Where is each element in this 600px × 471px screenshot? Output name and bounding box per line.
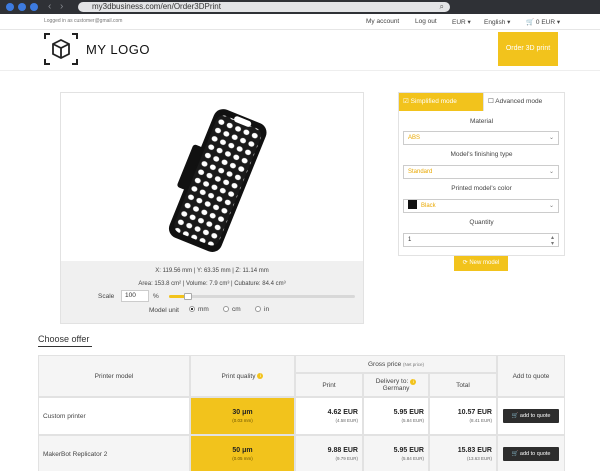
scale-slider-handle[interactable] xyxy=(183,293,192,300)
material-label: Material xyxy=(469,118,494,125)
window-minimize-dot[interactable] xyxy=(18,3,26,11)
model-unit-label: Model unit xyxy=(149,307,179,314)
th-print-quality: Print quality i xyxy=(190,355,295,397)
add-to-quote-button[interactable]: 🛒 add to quote xyxy=(503,409,559,423)
th-delivery: Delivery to: i Germany xyxy=(363,373,429,397)
scale-unit: % xyxy=(153,293,159,300)
th-add-to-quote: Add to quote xyxy=(497,355,565,397)
color-swatch xyxy=(408,200,417,209)
tab-advanced-mode[interactable]: ☐ Advanced mode xyxy=(483,93,564,111)
tab-simplified-mode[interactable]: ☑ Simplified mode xyxy=(399,93,483,111)
table-row-print-price: 9.88 EUR (9.79 EUR) xyxy=(295,435,363,471)
finishing-select[interactable]: Standard ⌄ xyxy=(403,165,559,179)
quantity-label: Quantity xyxy=(469,219,494,226)
choose-offer-underline xyxy=(38,346,92,347)
window-maximize-dot[interactable] xyxy=(30,3,38,11)
color-select[interactable]: Black ⌄ xyxy=(403,199,559,213)
table-row-action: 🛒 add to quote xyxy=(497,397,565,435)
url-text: my3dbusiness.com/en/Order3DPrint xyxy=(92,2,221,11)
scale-label: Scale xyxy=(98,293,115,300)
browser-chrome: ‹ › my3dbusiness.com/en/Order3DPrint ⌕ xyxy=(0,0,600,14)
table-row-quality[interactable]: 30 μm (0.03 mm) xyxy=(190,397,295,435)
refresh-icon: ⟳ xyxy=(462,260,468,266)
material-select[interactable]: ABS ⌄ xyxy=(403,131,559,145)
th-printer-model: Printer model xyxy=(38,355,190,397)
logo-icon[interactable] xyxy=(44,33,78,65)
chevron-down-icon: ⌄ xyxy=(548,135,554,141)
new-model-button[interactable]: ⟳ New model xyxy=(454,256,508,271)
model-viewer: X: 119.56 mm | Y: 63.35 mm | Z: 11.14 mm… xyxy=(60,92,364,324)
finishing-label: Model's finishing type xyxy=(450,151,513,158)
offer-table: Printer model Print quality i Gross price… xyxy=(38,355,565,471)
log-out-link[interactable]: Log out xyxy=(415,18,437,25)
back-arrow-icon[interactable]: ‹ xyxy=(48,1,51,13)
checkbox-checked-icon: ☑ xyxy=(403,98,409,105)
chevron-down-icon: ⌄ xyxy=(548,203,554,209)
choose-offer-heading: Choose offer xyxy=(38,334,90,344)
table-row-total-price: 10.57 EUR (8.41 EUR) xyxy=(429,397,497,435)
table-row-delivery-price: 5.95 EUR (5.84 EUR) xyxy=(363,435,429,471)
table-row-printer: Custom printer xyxy=(38,397,190,435)
info-icon: i xyxy=(257,373,264,379)
table-row-quality[interactable]: 50 μm (0.05 mm) xyxy=(190,435,295,471)
table-row-delivery-price: 5.95 EUR (5.84 EUR) xyxy=(363,397,429,435)
cart-icon: 🛒 xyxy=(526,19,535,26)
forward-arrow-icon[interactable]: › xyxy=(60,1,63,13)
header-divider xyxy=(0,70,600,71)
cart-icon: 🛒 xyxy=(511,413,519,419)
checkbox-icon: ☐ xyxy=(488,98,494,105)
print-config-panel: ☑ Simplified mode ☐ Advanced mode Materi… xyxy=(398,92,565,256)
language-dropdown[interactable]: English ▾ xyxy=(484,18,510,26)
logo-text: MY LOGO xyxy=(86,42,150,57)
window-close-dot[interactable] xyxy=(6,3,14,11)
chevron-down-icon: ⌄ xyxy=(548,169,554,175)
info-icon: i xyxy=(410,379,417,385)
quantity-stepper[interactable]: 1 ▴ ▾ xyxy=(403,233,559,247)
model-dimensions: X: 119.56 mm | Y: 63.35 mm | Z: 11.14 mm xyxy=(155,268,269,274)
cart-dropdown[interactable]: 🛒 0 EUR ▾ xyxy=(526,18,560,26)
unit-radio-mm[interactable]: mm xyxy=(189,306,209,313)
phone-case-model-icon xyxy=(168,109,267,252)
th-gross-price: Gross price (Net price) xyxy=(295,355,497,373)
color-label: Printed model's color xyxy=(451,185,512,192)
address-bar[interactable]: my3dbusiness.com/en/Order3DPrint ⌕ xyxy=(78,2,450,12)
cart-total: 0 EUR ▾ xyxy=(535,19,561,26)
search-icon[interactable]: ⌕ xyxy=(440,2,444,12)
add-to-quote-button[interactable]: 🛒 add to quote xyxy=(503,447,559,461)
table-row-printer: MakerBot Replicator 2 xyxy=(38,435,190,471)
model-measures: Area: 153.8 cm² | Volume: 7.9 cm³ | Cuba… xyxy=(138,281,286,287)
scale-slider[interactable] xyxy=(169,293,355,300)
order-3d-print-button[interactable]: Order 3D print xyxy=(498,32,558,66)
stepper-arrows-icon: ▴ ▾ xyxy=(550,235,554,247)
cart-icon: 🛒 xyxy=(511,451,519,457)
my-account-link[interactable]: My account xyxy=(366,18,399,25)
unit-radio-cm[interactable]: cm xyxy=(223,306,241,313)
table-row-action: 🛒 add to quote xyxy=(497,435,565,471)
model-canvas[interactable] xyxy=(61,93,363,261)
th-print: Print xyxy=(295,373,363,397)
unit-radio-in[interactable]: in xyxy=(255,306,269,313)
scale-input[interactable]: 100 xyxy=(121,290,149,302)
table-row-total-price: 15.83 EUR (13.63 EUR) xyxy=(429,435,497,471)
table-row-print-price: 4.62 EUR (4.58 EUR) xyxy=(295,397,363,435)
currency-dropdown[interactable]: EUR ▾ xyxy=(452,18,471,26)
top-nav: Logged in as customer@gmail.com My accou… xyxy=(0,14,600,30)
th-total: Total xyxy=(429,373,497,397)
logged-in-text: Logged in as customer@gmail.com xyxy=(44,18,123,24)
